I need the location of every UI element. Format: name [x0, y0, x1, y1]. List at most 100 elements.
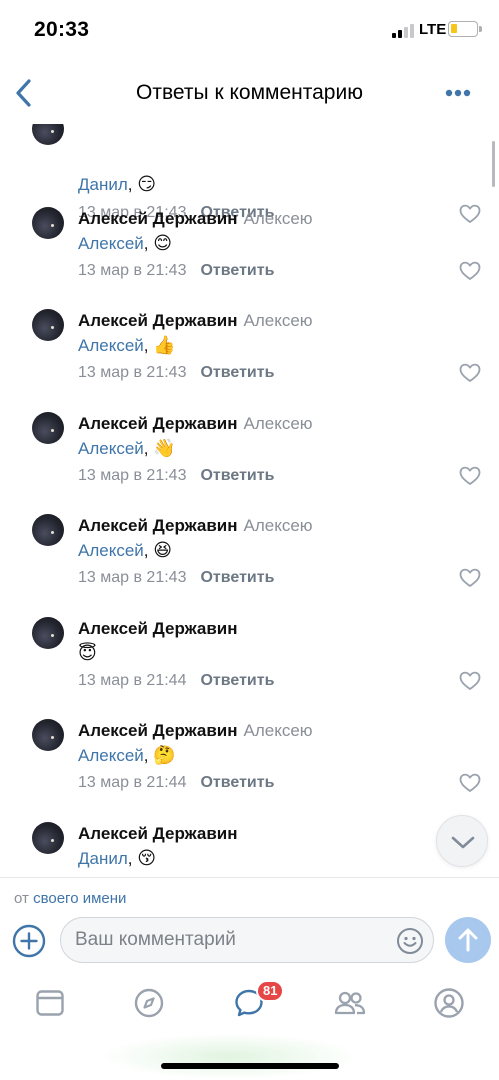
comment-emoji: 😊 — [153, 233, 173, 254]
comment-item: Алексей Державин Данил, 😚 — [0, 819, 499, 877]
avatar[interactable] — [32, 124, 64, 145]
reply-to-name[interactable]: Алексею — [244, 209, 313, 228]
comment-field-wrapper — [60, 917, 434, 963]
reply-to-name[interactable]: Алексею — [244, 721, 313, 740]
like-button[interactable] — [459, 466, 481, 486]
reply-to-name[interactable]: Алексею — [244, 414, 313, 433]
comment-header: Алексей Державин — [78, 619, 238, 639]
comment-emoji: 😚 — [137, 848, 157, 869]
mention-link[interactable]: Алексей — [78, 336, 144, 355]
network-type: LTE — [419, 21, 447, 38]
avatar[interactable] — [32, 514, 64, 546]
comment-header: Алексей Державин Алексею — [78, 721, 313, 741]
comment-emoji: 😏 — [137, 174, 157, 195]
mention-link[interactable]: Алексей — [78, 541, 144, 560]
emoji-button[interactable] — [396, 927, 424, 955]
comment-composer: от своего имени — [0, 877, 499, 973]
profile-icon — [434, 988, 464, 1018]
mention-link[interactable]: Данил — [78, 849, 128, 868]
tab-profile[interactable] — [433, 987, 465, 1019]
like-button[interactable] — [459, 568, 481, 588]
avatar[interactable] — [32, 822, 64, 854]
comment-emoji: 😆 — [153, 540, 173, 561]
comment-author[interactable]: Алексей Державин — [78, 721, 238, 740]
mention-link[interactable]: Данил — [78, 175, 128, 194]
comment-author[interactable]: Алексей Державин — [78, 311, 238, 330]
home-indicator[interactable] — [161, 1063, 339, 1069]
comment-text: Алексей, 👍 — [78, 335, 176, 356]
comment-meta: 13 мар в 21:43 Ответить — [78, 569, 274, 587]
avatar[interactable] — [32, 309, 64, 341]
comment-text: Данил, 😚 — [78, 848, 156, 869]
post-as-selector[interactable]: своего имени — [33, 890, 126, 907]
like-button[interactable] — [459, 261, 481, 281]
comment-separator: , — [127, 849, 133, 868]
reply-button[interactable]: Ответить — [200, 672, 274, 689]
comment-separator: , — [143, 541, 149, 560]
comment-separator: , — [143, 234, 149, 253]
comment-author[interactable]: Алексей Державин — [78, 824, 238, 843]
battery-tip — [479, 26, 482, 32]
tab-bar: 81 — [0, 973, 499, 1080]
comment-header: Алексей Державин Алексею — [78, 516, 313, 536]
attach-button[interactable] — [12, 924, 46, 958]
comment-date: 13 мар в 21:43 — [78, 364, 187, 381]
scroll-down-button[interactable] — [436, 815, 488, 867]
tab-news[interactable] — [34, 987, 66, 1019]
scrollbar[interactable] — [492, 141, 495, 187]
mention-link[interactable]: Алексей — [78, 234, 144, 253]
comment-item: Алексей Державин Алексею Алексей, 😊 13 ма… — [0, 204, 499, 306]
like-button[interactable] — [459, 363, 481, 383]
tab-friends[interactable] — [333, 987, 366, 1019]
comment-header: Алексей Державин Алексею — [78, 209, 313, 229]
comment-date: 13 мар в 21:44 — [78, 672, 187, 689]
reply-button[interactable]: Ответить — [200, 364, 274, 381]
mention-link[interactable]: Алексей — [78, 439, 144, 458]
comment-separator: , — [143, 336, 149, 355]
more-button[interactable] — [443, 86, 477, 100]
comment-author[interactable]: Алексей Державин — [78, 414, 238, 433]
reply-to-name[interactable]: Алексею — [244, 311, 313, 330]
reply-to-name[interactable]: Алексею — [244, 516, 313, 535]
comment-author[interactable]: Алексей Державин — [78, 209, 238, 228]
heart-icon — [459, 261, 481, 280]
comment-emoji: 😇 — [78, 643, 97, 664]
like-button[interactable] — [459, 671, 481, 691]
comment-meta: 13 мар в 21:44 Ответить — [78, 774, 274, 792]
comment-input[interactable] — [75, 918, 385, 962]
avatar[interactable] — [32, 412, 64, 444]
comment-feed[interactable]: Данил, 😏 13 мар в 21:43 Ответить Алексей … — [0, 124, 499, 877]
tab-discover[interactable] — [133, 987, 165, 1019]
comment-author[interactable]: Алексей Державин — [78, 619, 238, 638]
comment-separator: , — [143, 746, 149, 765]
comment-text: Алексей, 🤔 — [78, 745, 176, 766]
avatar[interactable] — [32, 617, 64, 649]
comment-emoji: 🤔 — [153, 745, 176, 766]
messages-badge: 81 — [256, 980, 285, 1002]
like-button[interactable] — [459, 773, 481, 793]
mention-link[interactable]: Алексей — [78, 746, 144, 765]
avatar[interactable] — [32, 719, 64, 751]
comment-item: Алексей Державин Алексею Алексей, 👋 13 ма… — [0, 409, 499, 511]
reply-button[interactable]: Ответить — [200, 467, 274, 484]
reply-button[interactable]: Ответить — [200, 569, 274, 586]
post-as-line: от своего имени — [14, 890, 126, 907]
comment-meta: 13 мар в 21:43 Ответить — [78, 262, 274, 280]
comment-item: Алексей Державин Алексею Алексей, 🤔 13 ма… — [0, 716, 499, 818]
comment-meta: 13 мар в 21:43 Ответить — [78, 364, 274, 382]
comment-emoji: 👋 — [153, 438, 176, 459]
comment-item: Алексей Державин 😇 13 мар в 21:44 Ответит… — [0, 614, 499, 716]
comment-date: 13 мар в 21:43 — [78, 467, 187, 484]
comment-text: 😇 — [78, 643, 97, 664]
status-time: 20:33 — [34, 18, 90, 41]
reply-button[interactable]: Ответить — [200, 774, 274, 791]
reply-button[interactable]: Ответить — [200, 262, 274, 279]
compass-icon — [134, 988, 164, 1018]
send-button[interactable] — [445, 917, 491, 963]
signal-strength-icon — [392, 24, 414, 38]
comment-text: Алексей, 👋 — [78, 438, 176, 459]
avatar[interactable] — [32, 207, 64, 239]
chevron-down-icon — [451, 836, 475, 849]
more-dots-icon — [445, 89, 471, 97]
comment-author[interactable]: Алексей Державин — [78, 516, 238, 535]
